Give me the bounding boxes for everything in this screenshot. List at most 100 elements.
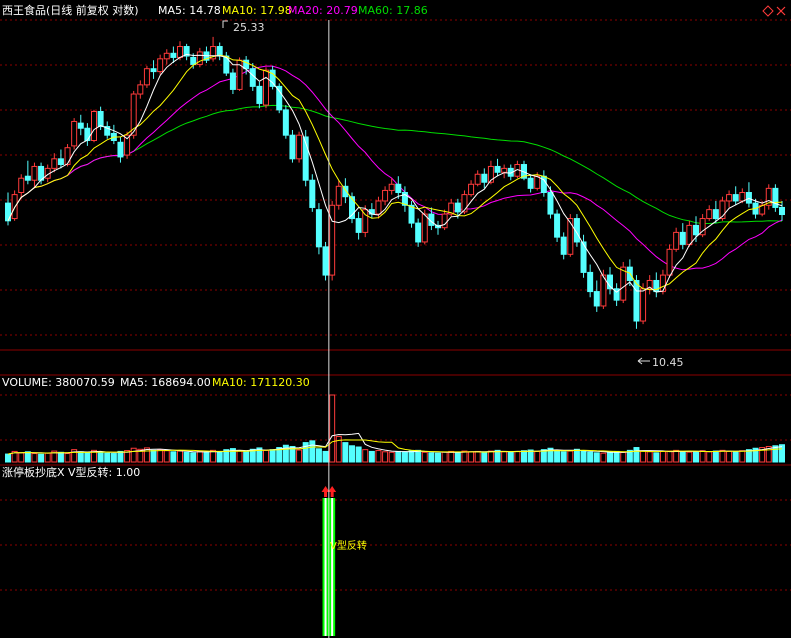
candle-body (745, 192, 752, 204)
volume-bar (150, 449, 157, 463)
stock-title: 西王食品(日线 前复权 对数) (2, 3, 139, 17)
candle-body (468, 183, 475, 196)
volume-bar (666, 450, 673, 463)
volume-bar (342, 442, 349, 463)
volume-bar (31, 453, 38, 463)
volume-bar (567, 450, 574, 463)
volume-bar (263, 449, 269, 463)
volume-bar (435, 452, 441, 463)
candle-body (726, 194, 733, 202)
candle-body (97, 111, 104, 128)
candle-body (620, 266, 627, 301)
volume-bar (296, 449, 303, 463)
candle-body (355, 218, 362, 233)
candle-body (51, 158, 58, 169)
ma60-value: MA60: 17.86 (358, 4, 428, 17)
volume-bar (461, 450, 468, 463)
candle-body (157, 58, 164, 73)
volume-bar (686, 451, 693, 463)
volume-bar (97, 451, 104, 463)
volume-bar (653, 452, 660, 463)
volume-bar (448, 450, 455, 463)
volume-ma10-value: MA10: 171120.30 (212, 376, 310, 389)
ma5-value: MA5: 14.78 (158, 4, 221, 17)
volume-bar (534, 450, 541, 463)
volume-bar (454, 451, 461, 463)
candle-body (289, 134, 296, 160)
volume-bar (593, 452, 600, 463)
volume-bar (620, 451, 627, 463)
candle-body (335, 185, 342, 206)
low-price-label: 10.45 (652, 356, 684, 369)
volume-bar (117, 450, 124, 463)
candle-body (441, 213, 448, 229)
candle-body (150, 68, 157, 73)
stock-chart[interactable]: 西王食品(日线 前复权 对数) MA5: 14.78 MA10: 17.98 M… (0, 0, 791, 638)
candle-body (315, 209, 322, 248)
candle-body (679, 231, 686, 245)
candle-body (659, 274, 666, 293)
candle-body (137, 84, 144, 95)
volume-bar (329, 394, 336, 463)
volume-bar (554, 449, 561, 463)
volume-bar (57, 451, 64, 463)
candle-body (554, 213, 561, 238)
candle-body (190, 56, 197, 65)
volume-bar (501, 451, 508, 463)
volume-bar (77, 451, 84, 463)
volume-bar (560, 451, 567, 463)
volume-bar (521, 450, 527, 463)
candle-body (567, 218, 574, 255)
candle-body (309, 179, 316, 208)
volume-bar (170, 451, 177, 463)
candle-body (18, 177, 25, 194)
volume-bar (732, 451, 739, 463)
candle-body (732, 194, 739, 202)
candle-body (494, 165, 501, 173)
candle-body (712, 209, 719, 220)
candle-body (229, 72, 236, 90)
candle-body (673, 231, 680, 250)
volume-bar (302, 442, 309, 463)
candle-body (421, 213, 428, 243)
volume-bar (190, 452, 197, 463)
signal-label: V型反转 (330, 539, 367, 552)
candle-body (779, 206, 785, 216)
volume-bar (712, 450, 719, 463)
volume-ma5-value: MA5: 168694.00 (120, 376, 211, 389)
candle-body (276, 85, 283, 111)
candle-body (593, 291, 600, 307)
candle-body (84, 127, 91, 141)
volume-bar (481, 451, 488, 463)
volume-bar (573, 448, 580, 463)
signal-bar-core (331, 498, 334, 636)
volume-bar (24, 451, 31, 463)
high-price-label: 25.33 (233, 21, 265, 34)
candle-body (57, 158, 64, 166)
candle-body (24, 175, 31, 181)
candle-body (31, 165, 38, 181)
candle-body (454, 202, 461, 213)
volume-bar (157, 449, 164, 463)
volume-bar (507, 451, 514, 463)
volume-bar (203, 451, 210, 463)
candle-body (481, 173, 488, 183)
volume-bar (640, 450, 647, 463)
volume-bar (368, 450, 375, 463)
volume-bar (693, 450, 699, 463)
candle-body (77, 122, 84, 129)
candle-body (170, 52, 177, 58)
volume-bar (401, 451, 408, 463)
candle-body (633, 279, 640, 322)
volume-bar (64, 453, 71, 463)
volume-value: VOLUME: 380070.59 (2, 376, 115, 389)
candle-body (474, 173, 481, 185)
candle-body (527, 177, 534, 189)
volume-bar (355, 446, 362, 463)
ma10-value: MA10: 17.98 (222, 4, 292, 17)
volume-bar (110, 453, 117, 463)
candle-body (461, 194, 468, 213)
candle-body (587, 271, 594, 293)
candle-body (64, 147, 71, 166)
candle-body (408, 204, 415, 224)
